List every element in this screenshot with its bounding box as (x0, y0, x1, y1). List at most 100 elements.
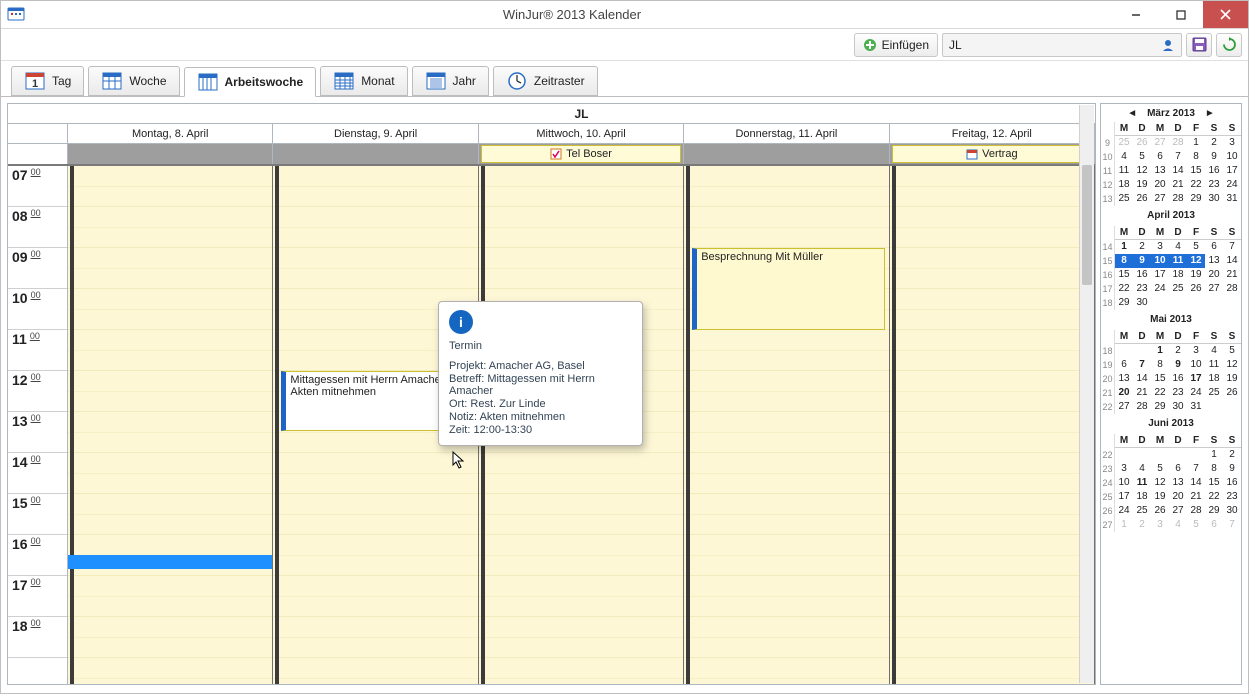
allday-cell[interactable]: Vertrag (890, 144, 1095, 164)
mini-day[interactable]: 18 (1205, 372, 1223, 386)
save-button[interactable] (1186, 33, 1212, 57)
mini-day[interactable]: 19 (1223, 372, 1241, 386)
mini-day[interactable]: 17 (1223, 164, 1241, 178)
mini-day[interactable]: 21 (1133, 386, 1151, 400)
mini-day[interactable]: 18 (1115, 178, 1133, 192)
mini-day[interactable]: 29 (1187, 192, 1205, 206)
mini-day[interactable]: 9 (1169, 358, 1187, 372)
mini-day[interactable]: 7 (1223, 518, 1241, 532)
mini-day[interactable]: 13 (1151, 164, 1169, 178)
mini-day[interactable] (1187, 448, 1205, 462)
day-header[interactable]: Freitag, 12. April (890, 124, 1095, 143)
mini-day[interactable]: 3 (1187, 344, 1205, 358)
mini-day[interactable]: 14 (1169, 164, 1187, 178)
mini-day[interactable] (1169, 296, 1187, 310)
mini-day[interactable]: 13 (1115, 372, 1133, 386)
tab-jahr[interactable]: Jahr (412, 66, 489, 96)
mini-day[interactable]: 14 (1133, 372, 1151, 386)
mini-day[interactable]: 25 (1205, 386, 1223, 400)
mini-day[interactable]: 21 (1223, 268, 1241, 282)
mini-day[interactable]: 16 (1169, 372, 1187, 386)
mini-day[interactable]: 18 (1169, 268, 1187, 282)
mini-day[interactable]: 27 (1169, 504, 1187, 518)
mini-day[interactable]: 8 (1187, 150, 1205, 164)
mini-day[interactable]: 23 (1205, 178, 1223, 192)
mini-day[interactable] (1133, 344, 1151, 358)
mini-day[interactable]: 29 (1151, 400, 1169, 414)
mini-day[interactable]: 4 (1169, 240, 1187, 254)
mini-day[interactable]: 22 (1115, 282, 1133, 296)
mini-day[interactable]: 24 (1223, 178, 1241, 192)
mini-day[interactable] (1151, 448, 1169, 462)
mini-day[interactable]: 24 (1151, 282, 1169, 296)
mini-day[interactable]: 7 (1133, 358, 1151, 372)
mini-day[interactable]: 6 (1151, 150, 1169, 164)
mini-day[interactable]: 23 (1133, 282, 1151, 296)
mini-day[interactable]: 30 (1169, 400, 1187, 414)
mini-day[interactable]: 25 (1115, 136, 1133, 150)
mini-day[interactable]: 8 (1205, 462, 1223, 476)
mini-day[interactable]: 12 (1133, 164, 1151, 178)
close-button[interactable] (1203, 1, 1248, 28)
mini-day[interactable]: 12 (1151, 476, 1169, 490)
mini-day[interactable]: 15 (1115, 268, 1133, 282)
mini-day[interactable] (1223, 296, 1241, 310)
mini-day[interactable]: 20 (1151, 178, 1169, 192)
tab-tag[interactable]: 1 Tag (11, 66, 84, 96)
mini-day[interactable]: 27 (1151, 136, 1169, 150)
mini-day[interactable]: 11 (1169, 254, 1187, 268)
mini-day[interactable]: 9 (1133, 254, 1151, 268)
allday-cell[interactable] (68, 144, 273, 164)
mini-day[interactable]: 14 (1187, 476, 1205, 490)
day-header[interactable]: Donnerstag, 11. April (684, 124, 889, 143)
mini-day[interactable] (1169, 448, 1187, 462)
day-column[interactable] (890, 166, 1095, 684)
mini-day[interactable]: 17 (1151, 268, 1169, 282)
mini-day[interactable]: 31 (1223, 192, 1241, 206)
mini-day[interactable]: 3 (1115, 462, 1133, 476)
mini-day[interactable]: 11 (1205, 358, 1223, 372)
mini-day[interactable]: 16 (1133, 268, 1151, 282)
tab-monat[interactable]: Monat (320, 66, 407, 96)
mini-day[interactable]: 5 (1223, 344, 1241, 358)
mini-day[interactable] (1151, 296, 1169, 310)
mini-day[interactable]: 15 (1187, 164, 1205, 178)
mini-day[interactable]: 30 (1133, 296, 1151, 310)
allday-event[interactable]: Tel Boser (481, 145, 681, 163)
mini-day[interactable]: 15 (1151, 372, 1169, 386)
mini-day[interactable]: 6 (1205, 518, 1223, 532)
mini-calendar[interactable]: April 2013MDMDFSS14123456715891011121314… (1101, 210, 1241, 310)
tab-arbeitswoche[interactable]: Arbeitswoche (184, 67, 317, 97)
mini-day[interactable]: 23 (1223, 490, 1241, 504)
mini-day[interactable]: 13 (1205, 254, 1223, 268)
mini-day[interactable]: 28 (1187, 504, 1205, 518)
mini-day[interactable]: 25 (1133, 504, 1151, 518)
mini-day[interactable]: 5 (1151, 462, 1169, 476)
mini-day[interactable]: 26 (1187, 282, 1205, 296)
mini-day[interactable]: 12 (1187, 254, 1205, 268)
mini-day[interactable]: 29 (1205, 504, 1223, 518)
mini-day[interactable]: 8 (1151, 358, 1169, 372)
mini-day[interactable]: 19 (1187, 268, 1205, 282)
day-header[interactable]: Montag, 8. April (68, 124, 273, 143)
mini-day[interactable]: 5 (1133, 150, 1151, 164)
mini-day[interactable]: 26 (1133, 136, 1151, 150)
mini-day[interactable]: 2 (1169, 344, 1187, 358)
maximize-button[interactable] (1158, 1, 1203, 28)
mini-day[interactable]: 2 (1205, 136, 1223, 150)
mini-day[interactable] (1223, 400, 1241, 414)
mini-day[interactable]: 10 (1187, 358, 1205, 372)
refresh-button[interactable] (1216, 33, 1242, 57)
mini-day[interactable]: 4 (1169, 518, 1187, 532)
mini-day[interactable]: 30 (1205, 192, 1223, 206)
user-field[interactable]: JL (942, 33, 1182, 57)
calendar-scrollbar[interactable] (1079, 105, 1094, 683)
mini-day[interactable]: 26 (1151, 504, 1169, 518)
mini-day[interactable]: 16 (1223, 476, 1241, 490)
mini-day[interactable] (1115, 448, 1133, 462)
mini-day[interactable]: 1 (1151, 344, 1169, 358)
mini-day[interactable]: 31 (1187, 400, 1205, 414)
mini-day[interactable]: 27 (1205, 282, 1223, 296)
mini-day[interactable]: 20 (1205, 268, 1223, 282)
tab-woche[interactable]: Woche (88, 66, 179, 96)
